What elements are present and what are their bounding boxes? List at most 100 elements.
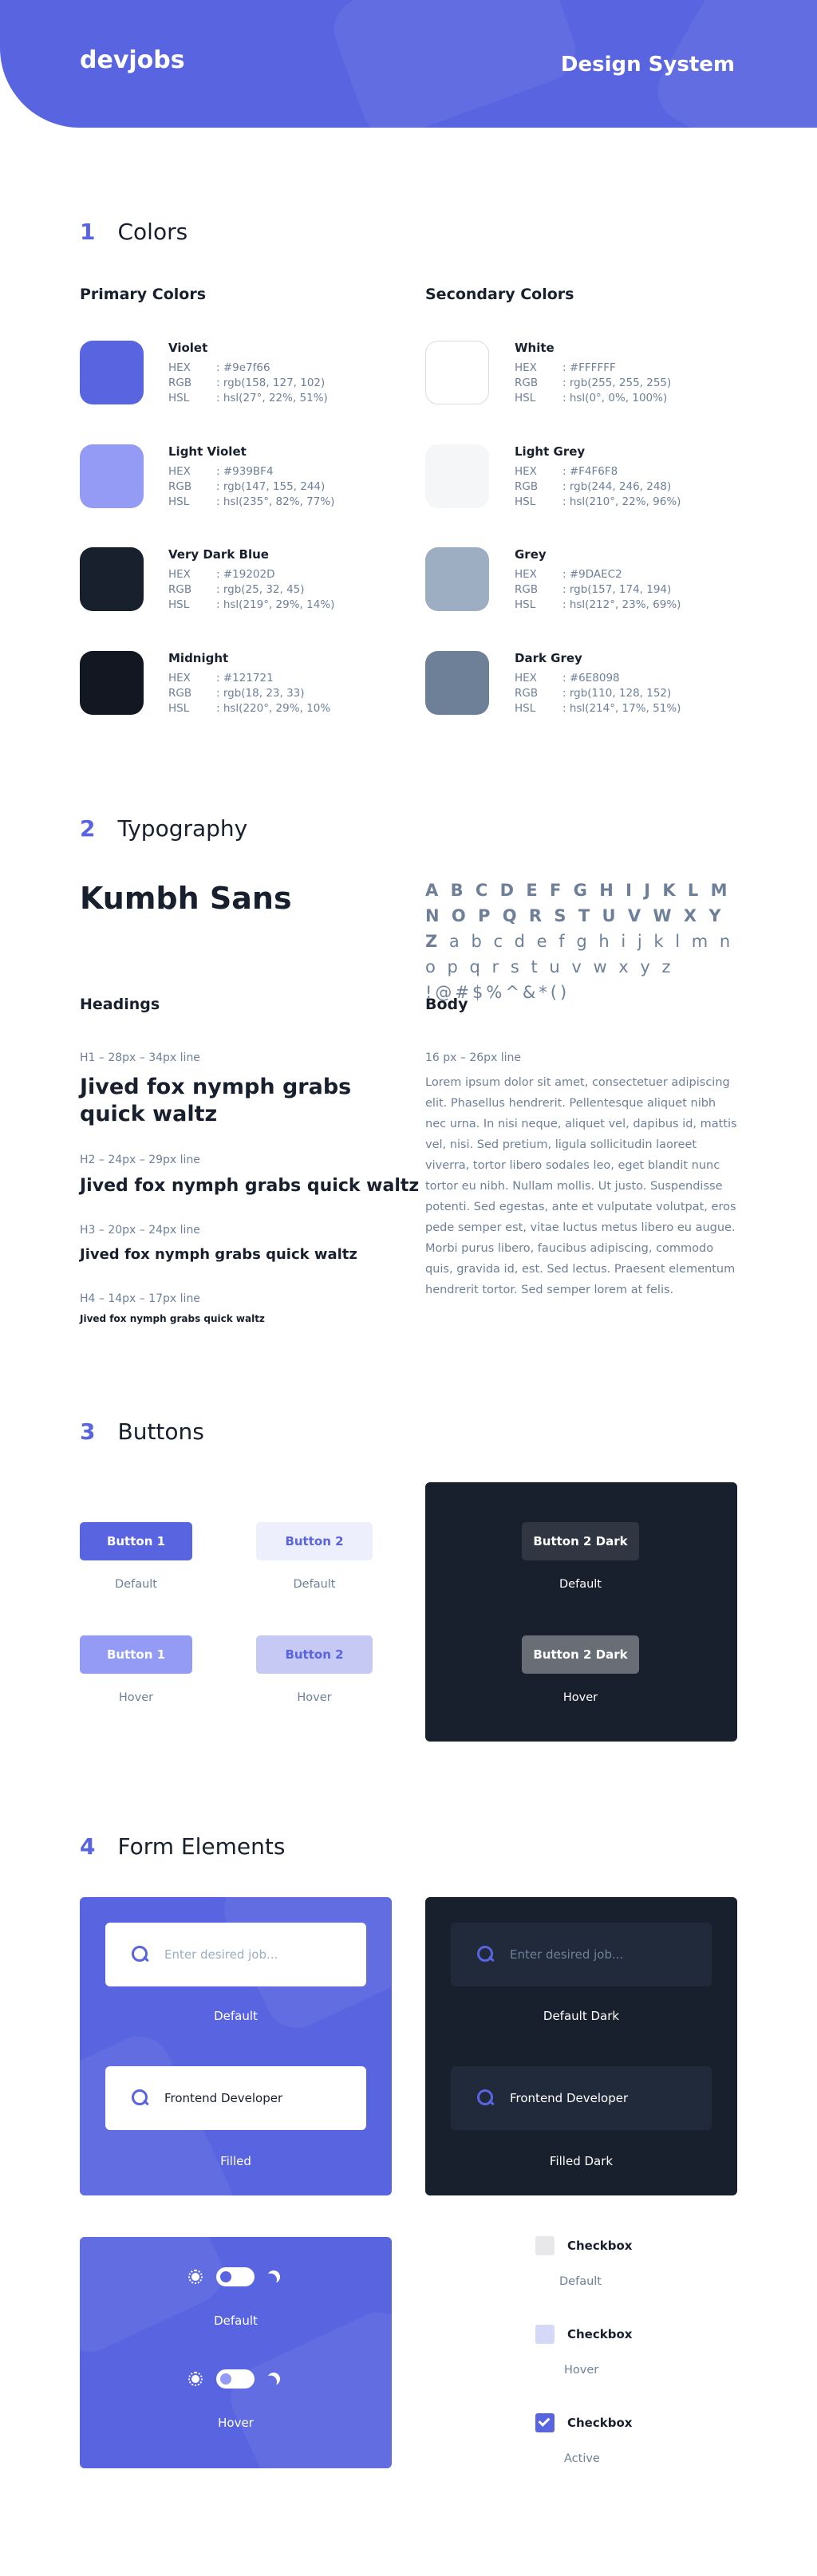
color-hex-label: HEX — [168, 568, 191, 581]
button-1-default[interactable]: Button 1 — [80, 1522, 192, 1560]
section-title-typography: 2 Typography — [80, 815, 247, 842]
search-panel-light: Enter desired job... Default Frontend De… — [80, 1897, 392, 2195]
theme-toggle-hover[interactable] — [187, 2369, 280, 2389]
check-icon — [538, 2415, 551, 2427]
color-hex-row: HEX: #F4F6F8 — [515, 464, 754, 479]
search-input-default-dark[interactable]: Enter desired job... — [451, 1923, 712, 1986]
toggle-knob — [220, 2271, 231, 2282]
logo[interactable]: devjobs — [80, 46, 185, 74]
color-hsl-value: : hsl(219°, 29%, 14%) — [216, 598, 335, 611]
h4-sample: Jived fox nymph grabs quick waltz — [80, 1313, 265, 1324]
button-2-hover-caption: Hover — [297, 1691, 332, 1704]
body-sample: Lorem ipsum dolor sit amet, consectetuer… — [425, 1076, 737, 1296]
color-info: Midnight HEX: #121721 RGB: rgb(18, 23, 33)… — [168, 651, 408, 716]
section-title-colors: 1 Colors — [80, 219, 187, 245]
button-2-dark-hover-caption: Hover — [562, 1691, 598, 1704]
color-swatch — [425, 651, 489, 715]
button-1-hover-caption: Hover — [118, 1691, 154, 1704]
color-rgb-row: RGB: rgb(18, 23, 33) — [168, 686, 408, 701]
moon-icon — [266, 2371, 282, 2388]
color-hex-value: : #FFFFFF — [562, 361, 616, 374]
color-hex-value: : #6E8098 — [562, 672, 620, 684]
header-decoration — [325, 0, 585, 128]
color-rgb-label: RGB — [168, 377, 192, 389]
color-name: Light Violet — [168, 444, 247, 459]
color-info: Light Grey HEX: #F4F6F8 RGB: rgb(244, 246,… — [515, 444, 754, 510]
button-2-dark-hover[interactable]: Button 2 Dark — [522, 1635, 639, 1674]
color-hsl-value: : hsl(214°, 17%, 51%) — [562, 702, 681, 715]
color-name: Dark Grey — [515, 651, 582, 665]
search-default-caption: Default — [214, 2009, 258, 2023]
checkbox-active[interactable] — [535, 2413, 555, 2432]
color-rgb-label: RGB — [515, 687, 539, 700]
checkbox-hover[interactable] — [535, 2325, 555, 2344]
sun-icon — [187, 2371, 203, 2387]
search-value: Frontend Developer — [510, 2091, 629, 2105]
color-hsl-value: : hsl(235°, 82%, 77%) — [216, 495, 335, 508]
toggle-switch[interactable] — [216, 2267, 255, 2286]
color-hex-value: : #9DAEC2 — [562, 568, 622, 581]
color-hsl-value: : hsl(212°, 23%, 69%) — [562, 598, 681, 611]
color-rgb-value: : rgb(147, 155, 244) — [216, 480, 326, 493]
color-swatch — [425, 444, 489, 508]
button-2-hover[interactable]: Button 2 — [256, 1635, 373, 1674]
button-2-default[interactable]: Button 2 — [256, 1522, 373, 1560]
toggle-switch[interactable] — [216, 2369, 255, 2389]
color-rgb-row: RGB: rgb(255, 255, 255) — [515, 376, 754, 391]
color-hsl-row: HSL: hsl(27°, 22%, 51%) — [168, 391, 408, 406]
button-1-hover[interactable]: Button 1 — [80, 1635, 192, 1674]
color-hsl-row: HSL: hsl(219°, 29%, 14%) — [168, 598, 408, 613]
search-panel-dark: Enter desired job... Default Dark Fronte… — [425, 1897, 737, 2195]
section-number: 4 — [80, 1833, 96, 1860]
color-info: Dark Grey HEX : #6E8098 RGB : rgb(110, 128, … — [515, 651, 754, 716]
section-title-buttons: 3 Buttons — [80, 1418, 204, 1445]
color-name: Very Dark Blue — [168, 547, 269, 562]
headings-title: Headings — [80, 996, 160, 1013]
search-placeholder: Enter desired job... — [164, 1947, 278, 1962]
h1-sample: Jived fox nymph grabs quick waltz — [80, 1075, 352, 1126]
color-hex-label: HEX — [515, 672, 537, 684]
color-rgb-row: RGB: rgb(25, 32, 45) — [168, 582, 408, 598]
section-number: 3 — [80, 1418, 96, 1445]
search-input-filled[interactable]: Frontend Developer — [105, 2066, 366, 2130]
color-name: Violet — [168, 341, 208, 355]
search-icon — [476, 2089, 495, 2108]
color-hex-label: HEX — [168, 361, 191, 374]
color-info: Very Dark Blue HEX : #19202D RGB: rgb(25, 3… — [168, 547, 408, 613]
color-hsl-value: : hsl(27°, 22%, 51%) — [216, 392, 328, 404]
button-2-dark-default[interactable]: Button 2 Dark — [522, 1522, 639, 1560]
h3-spec: H3 – 20px – 24px line — [80, 1224, 200, 1237]
color-hex-row: HEX : #FFFFFF — [515, 361, 754, 376]
search-filled-dark-caption: Filled Dark — [549, 2154, 614, 2168]
color-hsl-row: HSL : hsl(235°, 82%, 77%) — [168, 495, 408, 510]
theme-toggle-default[interactable] — [187, 2267, 280, 2286]
h2-spec: H2 – 24px – 29px line — [80, 1154, 200, 1166]
checkbox-active-caption: Active — [564, 2452, 600, 2465]
color-hsl-value: : hsl(220°, 29%, 10% — [216, 702, 331, 715]
page-title: Design System — [560, 53, 735, 77]
color-hex-label: HEX — [515, 361, 537, 374]
secondary-colors-title: Secondary Colors — [425, 286, 574, 303]
search-icon — [131, 1945, 150, 1964]
color-hsl-label: HSL — [168, 495, 190, 508]
color-hex-value: : #939BF4 — [216, 465, 274, 478]
search-input-filled-dark[interactable]: Frontend Developer — [451, 2066, 712, 2130]
body-spec: 16 px – 26px line — [425, 1051, 522, 1064]
color-hsl-label: HSL — [168, 702, 190, 715]
color-hsl-value: : hsl(0°, 0%, 100%) — [562, 392, 668, 404]
search-value: Frontend Developer — [164, 2091, 283, 2105]
section-title: Typography — [117, 815, 248, 842]
color-hex-value: : #19202D — [216, 568, 275, 581]
color-hsl-row: HSL: hsl(0°, 0%, 100%) — [515, 391, 754, 406]
color-hex-row: HEX: #121721 — [168, 671, 408, 686]
color-rgb-row: RGB: rgb(158, 127, 102) — [168, 376, 408, 391]
button-1-default-caption: Default — [115, 1578, 157, 1591]
color-name: White — [515, 341, 555, 355]
color-hex-label: HEX — [168, 465, 191, 478]
color-rgb-value: : rgb(110, 128, 152) — [562, 687, 672, 700]
color-hsl-label: HSL — [515, 598, 536, 611]
h3-sample: Jived fox nymph grabs quick waltz — [80, 1246, 357, 1263]
section-title: Colors — [117, 219, 188, 245]
search-input-default[interactable]: Enter desired job... — [105, 1923, 366, 1986]
checkbox-default[interactable] — [535, 2236, 555, 2255]
